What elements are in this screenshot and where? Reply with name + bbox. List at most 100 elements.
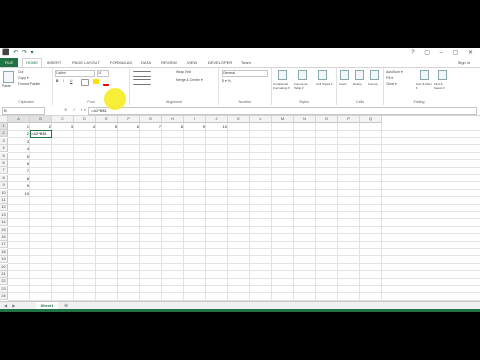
row-header-3[interactable]: 3 bbox=[0, 137, 8, 145]
row-header-4[interactable]: 4 bbox=[0, 145, 8, 153]
tab-data[interactable]: DATA bbox=[138, 58, 154, 67]
cell-c1[interactable]: 3 bbox=[53, 123, 73, 130]
cell-g1[interactable]: 7 bbox=[141, 123, 161, 130]
autosum-button[interactable]: AutoSum ▾ bbox=[386, 70, 403, 74]
tab-insert[interactable]: INSERT bbox=[44, 58, 64, 67]
tab-home[interactable]: HOME bbox=[22, 58, 42, 67]
spreadsheet-grid[interactable]: A B C D E F G H I J K L M N O P Q 1 2 3 4 5 6 7 8 9 10 11 12 13 14 15 16… bbox=[0, 116, 480, 301]
cut-button[interactable]: Cut bbox=[18, 70, 23, 74]
row-header-12[interactable]: 12 bbox=[0, 204, 8, 212]
column-header-k[interactable]: K bbox=[228, 116, 250, 123]
delete-cells-icon[interactable] bbox=[355, 70, 364, 80]
sort-filter-button[interactable]: Sort & Filter ▾ bbox=[416, 82, 432, 90]
conditional-formatting-icon[interactable] bbox=[278, 70, 287, 80]
tab-view[interactable]: VIEW bbox=[184, 58, 200, 67]
cell-a7[interactable]: 7 bbox=[9, 167, 29, 174]
tab-review[interactable]: REVIEW bbox=[158, 58, 180, 67]
row-header-1[interactable]: 1 bbox=[0, 123, 8, 130]
row-header-13[interactable]: 13 bbox=[0, 211, 8, 219]
align-top-icon[interactable] bbox=[133, 71, 151, 77]
cell-styles-button[interactable]: Cell Styles ▾ bbox=[316, 82, 334, 86]
row-header-5[interactable]: 5 bbox=[0, 152, 8, 160]
sign-in-link[interactable]: Sign in bbox=[458, 58, 470, 67]
select-all-corner[interactable] bbox=[0, 116, 8, 123]
cell-a4[interactable]: 4 bbox=[9, 145, 29, 152]
wrap-text-button[interactable]: Wrap Text bbox=[176, 70, 191, 74]
cell-a10[interactable]: 10 bbox=[9, 190, 29, 197]
align-left-icon[interactable] bbox=[133, 79, 151, 85]
column-header-d[interactable]: D bbox=[74, 116, 96, 123]
name-box[interactable]: B bbox=[2, 107, 45, 115]
format-as-table-button[interactable]: Format as Table ▾ bbox=[294, 82, 314, 90]
insert-button[interactable]: Insert bbox=[339, 82, 347, 86]
column-header-o[interactable]: O bbox=[316, 116, 338, 123]
column-header-i[interactable]: I bbox=[184, 116, 206, 123]
paste-button[interactable]: Paste bbox=[2, 84, 11, 88]
column-header-n[interactable]: N bbox=[294, 116, 316, 123]
column-header-q[interactable]: Q bbox=[360, 116, 382, 123]
number-format-select[interactable]: General bbox=[222, 70, 268, 77]
cell-styles-icon[interactable] bbox=[318, 70, 327, 80]
cell-a1[interactable]: 1 bbox=[9, 123, 29, 130]
row-header-19[interactable]: 19 bbox=[0, 256, 8, 264]
column-header-g[interactable]: G bbox=[140, 116, 162, 123]
column-header-b[interactable]: B bbox=[30, 116, 52, 123]
cell-a9[interactable]: 9 bbox=[9, 182, 29, 189]
cell-a3[interactable]: 3 bbox=[9, 138, 29, 145]
formula-input[interactable]: =A2*B$1 bbox=[88, 107, 477, 115]
cell-j1[interactable]: 10 bbox=[207, 123, 227, 130]
row-header-21[interactable]: 21 bbox=[0, 271, 8, 278]
row-header-14[interactable]: 14 bbox=[0, 219, 8, 227]
clear-button[interactable]: Clear ▾ bbox=[386, 82, 397, 86]
column-header-l[interactable]: L bbox=[250, 116, 272, 123]
tab-developer[interactable]: DEVELOPER bbox=[204, 58, 236, 67]
paste-icon[interactable] bbox=[3, 71, 14, 83]
column-header-a[interactable]: A bbox=[8, 116, 30, 123]
row-header-22[interactable]: 22 bbox=[0, 278, 8, 286]
row-header-20[interactable]: 20 bbox=[0, 263, 8, 271]
find-select-button[interactable]: Find & Select ▾ bbox=[434, 82, 450, 90]
format-painter-button[interactable]: Format Painter bbox=[18, 82, 40, 86]
column-header-c[interactable]: C bbox=[52, 116, 74, 123]
column-header-j[interactable]: J bbox=[206, 116, 228, 123]
italic-button[interactable]: I bbox=[63, 79, 64, 83]
window-controls[interactable]: ? ▢ – ▢ ✕ bbox=[411, 49, 477, 56]
row-header-15[interactable]: 15 bbox=[0, 226, 8, 234]
delete-button[interactable]: Delete bbox=[353, 82, 362, 86]
format-button[interactable]: Format bbox=[368, 82, 378, 86]
find-select-icon[interactable] bbox=[438, 70, 447, 80]
borders-icon[interactable] bbox=[81, 79, 89, 86]
cell-a2[interactable]: 2 bbox=[9, 130, 29, 137]
currency-percent-buttons[interactable]: $ ▾ % , bbox=[222, 79, 232, 83]
tab-file[interactable]: FILE bbox=[0, 58, 18, 67]
cell-a6[interactable]: 6 bbox=[9, 160, 29, 167]
column-header-p[interactable]: P bbox=[338, 116, 360, 123]
tab-formulas[interactable]: FORMULAS bbox=[108, 58, 134, 67]
row-header-24[interactable]: 24 bbox=[0, 293, 8, 301]
column-header-f[interactable]: F bbox=[118, 116, 140, 123]
row-header-16[interactable]: 16 bbox=[0, 234, 8, 241]
cell-a8[interactable]: 8 bbox=[9, 175, 29, 182]
column-header-h[interactable]: H bbox=[162, 116, 184, 123]
cell-e1[interactable]: 5 bbox=[97, 123, 117, 130]
row-header-8[interactable]: 8 bbox=[0, 174, 8, 182]
row-header-2[interactable]: 2 bbox=[0, 130, 8, 138]
row-header-7[interactable]: 7 bbox=[0, 167, 8, 175]
row-header-6[interactable]: 6 bbox=[0, 160, 8, 167]
underline-button[interactable]: U bbox=[70, 79, 72, 83]
fill-color-icon[interactable] bbox=[93, 79, 99, 84]
tab-page-layout[interactable]: PAGE LAYOUT bbox=[68, 58, 104, 67]
font-color-icon[interactable] bbox=[103, 79, 109, 86]
row-header-10[interactable]: 10 bbox=[0, 189, 8, 197]
conditional-formatting-button[interactable]: Conditional Formatting ▾ bbox=[273, 82, 293, 90]
cell-h1[interactable]: 8 bbox=[163, 123, 183, 130]
fill-button[interactable]: Fill ▾ bbox=[386, 76, 393, 80]
sort-filter-icon[interactable] bbox=[420, 70, 429, 80]
tab-team[interactable]: Team bbox=[238, 58, 254, 67]
format-as-table-icon[interactable] bbox=[298, 70, 307, 80]
row-header-11[interactable]: 11 bbox=[0, 197, 8, 204]
merge-center-button[interactable]: Merge & Center ▾ bbox=[176, 78, 203, 82]
row-header-17[interactable]: 17 bbox=[0, 241, 8, 249]
cell-d1[interactable]: 4 bbox=[75, 123, 95, 130]
copy-button[interactable]: Copy ▾ bbox=[18, 76, 29, 80]
